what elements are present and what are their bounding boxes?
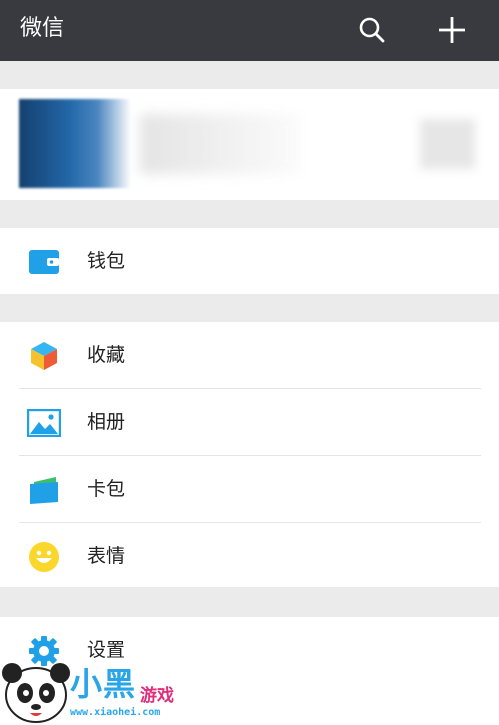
plus-icon xyxy=(439,17,465,43)
menu-item-emoji[interactable]: 表情 xyxy=(0,523,499,589)
add-button[interactable] xyxy=(430,8,474,52)
menu-item-favorites[interactable]: 收藏 xyxy=(0,322,499,388)
menu-item-label: 钱包 xyxy=(87,250,126,272)
panda-mascot-icon xyxy=(2,663,70,723)
wallet-section: 钱包 xyxy=(0,228,499,294)
wallet-icon xyxy=(27,245,61,279)
menu-item-label: 相册 xyxy=(87,411,126,433)
card-wallet-icon xyxy=(27,473,61,507)
search-button[interactable] xyxy=(350,8,394,52)
watermark-subtitle: 游戏 xyxy=(140,686,174,706)
title-bar: 微信 xyxy=(0,0,499,61)
search-icon xyxy=(359,17,385,43)
avatar xyxy=(19,99,131,188)
menu-item-label: 表情 xyxy=(87,545,126,567)
emoji-smile-icon xyxy=(27,540,61,574)
menu-item-card-wallet[interactable]: 卡包 xyxy=(0,456,499,522)
qr-code-blurred[interactable] xyxy=(420,119,475,169)
watermark-url: www.xiaohei.com xyxy=(70,707,161,718)
menu-item-album[interactable]: 相册 xyxy=(0,389,499,455)
favorites-cube-icon xyxy=(27,339,61,373)
menu-item-wallet[interactable]: 钱包 xyxy=(0,228,499,294)
site-watermark: 小黑 游戏 www.xiaohei.com xyxy=(0,655,200,725)
menu-item-label: 收藏 xyxy=(87,344,126,366)
watermark-title: 小黑 xyxy=(70,665,137,703)
menu-item-label: 卡包 xyxy=(87,478,126,500)
features-section: 收藏 相册 卡包 表情 xyxy=(0,322,499,587)
app-title: 微信 xyxy=(20,16,65,41)
profile-card[interactable] xyxy=(0,89,499,200)
album-icon xyxy=(27,406,61,440)
profile-info-blurred xyxy=(140,114,300,174)
